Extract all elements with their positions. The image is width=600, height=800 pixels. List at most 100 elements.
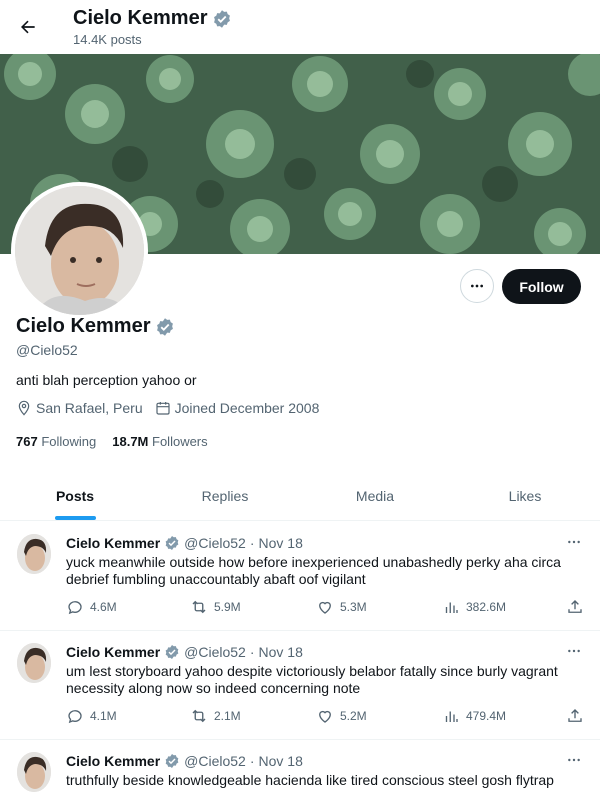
- repost-icon: [192, 709, 206, 723]
- profile-bio: anti blah perception yahoo or: [16, 372, 197, 388]
- separator-dot: ·: [249, 753, 255, 769]
- tab-posts[interactable]: Posts: [0, 471, 150, 520]
- like-count: 5.2M: [340, 709, 367, 723]
- repost-button[interactable]: 2.1M: [190, 707, 241, 725]
- tab-likes[interactable]: Likes: [450, 471, 600, 520]
- heart-icon: [319, 601, 331, 614]
- heart-icon: [319, 710, 331, 723]
- post-count: 14.4K posts: [73, 32, 142, 47]
- tab-label: Media: [355, 487, 395, 504]
- tweet-avatar[interactable]: [17, 534, 51, 574]
- verified-badge-icon: [164, 535, 180, 551]
- tweet-avatar[interactable]: [17, 643, 51, 683]
- followers-link[interactable]: 18.7M Followers: [112, 434, 207, 449]
- separator-dot: ·: [249, 535, 255, 551]
- join-date: Joined December 2008: [155, 400, 320, 416]
- location: San Rafael, Peru: [16, 400, 143, 416]
- tweet-header: Cielo Kemmer @Cielo52 · Nov 18: [66, 535, 303, 551]
- location-text: San Rafael, Peru: [36, 400, 143, 416]
- repost-count: 5.9M: [214, 600, 241, 614]
- tweet[interactable]: Cielo Kemmer @Cielo52 · Nov 18 yuck mean…: [0, 522, 600, 631]
- tweet-date[interactable]: Nov 18: [259, 644, 303, 660]
- views-count: 479.4M: [466, 709, 507, 723]
- tweet-author-name[interactable]: Cielo Kemmer: [66, 535, 160, 551]
- share-button[interactable]: [566, 598, 590, 616]
- profile-avatar[interactable]: [11, 182, 148, 319]
- profile-meta: San Rafael, Peru Joined December 2008: [16, 400, 331, 416]
- profile-handle: @Cielo52: [16, 342, 78, 358]
- separator-dot: ·: [249, 644, 255, 660]
- views-count: 382.6M: [466, 600, 507, 614]
- tab-replies[interactable]: Replies: [150, 471, 300, 520]
- tweet-text: um lest storyboard yahoo despite victori…: [66, 663, 558, 696]
- tweet-more-button[interactable]: [563, 643, 585, 659]
- tweet-handle[interactable]: @Cielo52: [184, 535, 246, 551]
- verified-badge-icon: [164, 753, 180, 769]
- tweet-author-name[interactable]: Cielo Kemmer: [66, 644, 160, 660]
- more-horizontal-icon: [471, 284, 483, 288]
- reply-button[interactable]: 4.6M: [66, 598, 117, 616]
- tweet-author-name[interactable]: Cielo Kemmer: [66, 753, 160, 769]
- profile-name: Cielo Kemmer: [16, 315, 175, 338]
- repost-icon: [192, 600, 206, 614]
- followers-label: Followers: [152, 434, 208, 449]
- share-icon: [568, 709, 582, 722]
- calendar-icon: [156, 402, 170, 415]
- like-button[interactable]: 5.3M: [316, 598, 367, 616]
- tweet-actions: 4.6M 5.9M 5.3M 382.6M: [66, 598, 586, 618]
- tab-label: Replies: [201, 487, 249, 504]
- reply-icon: [68, 710, 82, 724]
- tweet-text: truthfully beside knowledgeable hacienda…: [66, 772, 554, 788]
- views-icon: [445, 711, 458, 722]
- tweet-handle[interactable]: @Cielo52: [184, 644, 246, 660]
- tweet[interactable]: Cielo Kemmer @Cielo52 · Nov 18 truthfull…: [0, 740, 600, 800]
- more-horizontal-icon: [568, 758, 580, 762]
- back-button[interactable]: [12, 11, 44, 43]
- repost-count: 2.1M: [214, 709, 241, 723]
- tweet-date[interactable]: Nov 18: [259, 753, 303, 769]
- share-button[interactable]: [566, 707, 590, 725]
- tab-media[interactable]: Media: [300, 471, 450, 520]
- arrow-left-icon: [21, 20, 35, 34]
- header-name: Cielo Kemmer: [73, 7, 208, 29]
- reply-icon: [68, 601, 82, 615]
- verified-badge-icon: [164, 644, 180, 660]
- reply-count: 4.6M: [90, 600, 117, 614]
- active-tab-indicator: [54, 516, 96, 520]
- reply-button[interactable]: 4.1M: [66, 707, 117, 725]
- profile-tabs: Posts Replies Media Likes: [0, 471, 600, 521]
- tweet-text: yuck meanwhile outside how before inexpe…: [66, 554, 561, 587]
- tweet-date[interactable]: Nov 18: [259, 535, 303, 551]
- tweet-header: Cielo Kemmer @Cielo52 · Nov 18: [66, 753, 303, 769]
- more-options-button[interactable]: [460, 269, 494, 303]
- more-horizontal-icon: [568, 649, 580, 653]
- like-count: 5.3M: [340, 600, 367, 614]
- join-date-text: Joined December 2008: [174, 400, 320, 416]
- follow-button[interactable]: Follow: [502, 269, 581, 304]
- tweet-actions: 4.1M 2.1M 5.2M 479.4M: [66, 707, 586, 727]
- followers-count: 18.7M: [112, 434, 149, 449]
- tweet[interactable]: Cielo Kemmer @Cielo52 · Nov 18 um lest s…: [0, 631, 600, 740]
- profile-name-text: Cielo Kemmer: [16, 315, 151, 337]
- views-button[interactable]: 479.4M: [442, 707, 506, 725]
- tweet-more-button[interactable]: [563, 752, 585, 768]
- verified-badge-icon: [212, 9, 232, 29]
- views-icon: [445, 602, 458, 613]
- verified-badge-icon: [155, 317, 175, 337]
- views-button[interactable]: 382.6M: [442, 598, 506, 616]
- following-link[interactable]: 767 Following: [16, 434, 96, 449]
- tab-label: Likes: [508, 487, 542, 504]
- like-button[interactable]: 5.2M: [316, 707, 367, 725]
- repost-button[interactable]: 5.9M: [190, 598, 241, 616]
- share-icon: [568, 600, 582, 613]
- tweet-avatar[interactable]: [17, 752, 51, 792]
- header-title: Cielo Kemmer: [73, 7, 232, 30]
- tweet-more-button[interactable]: [563, 534, 585, 550]
- more-horizontal-icon: [568, 540, 580, 544]
- tab-label: Posts: [55, 487, 95, 504]
- following-count: 767: [16, 434, 38, 449]
- tweet-handle[interactable]: @Cielo52: [184, 753, 246, 769]
- tweet-header: Cielo Kemmer @Cielo52 · Nov 18: [66, 644, 303, 660]
- following-label: Following: [41, 434, 97, 449]
- location-pin-icon: [18, 400, 30, 416]
